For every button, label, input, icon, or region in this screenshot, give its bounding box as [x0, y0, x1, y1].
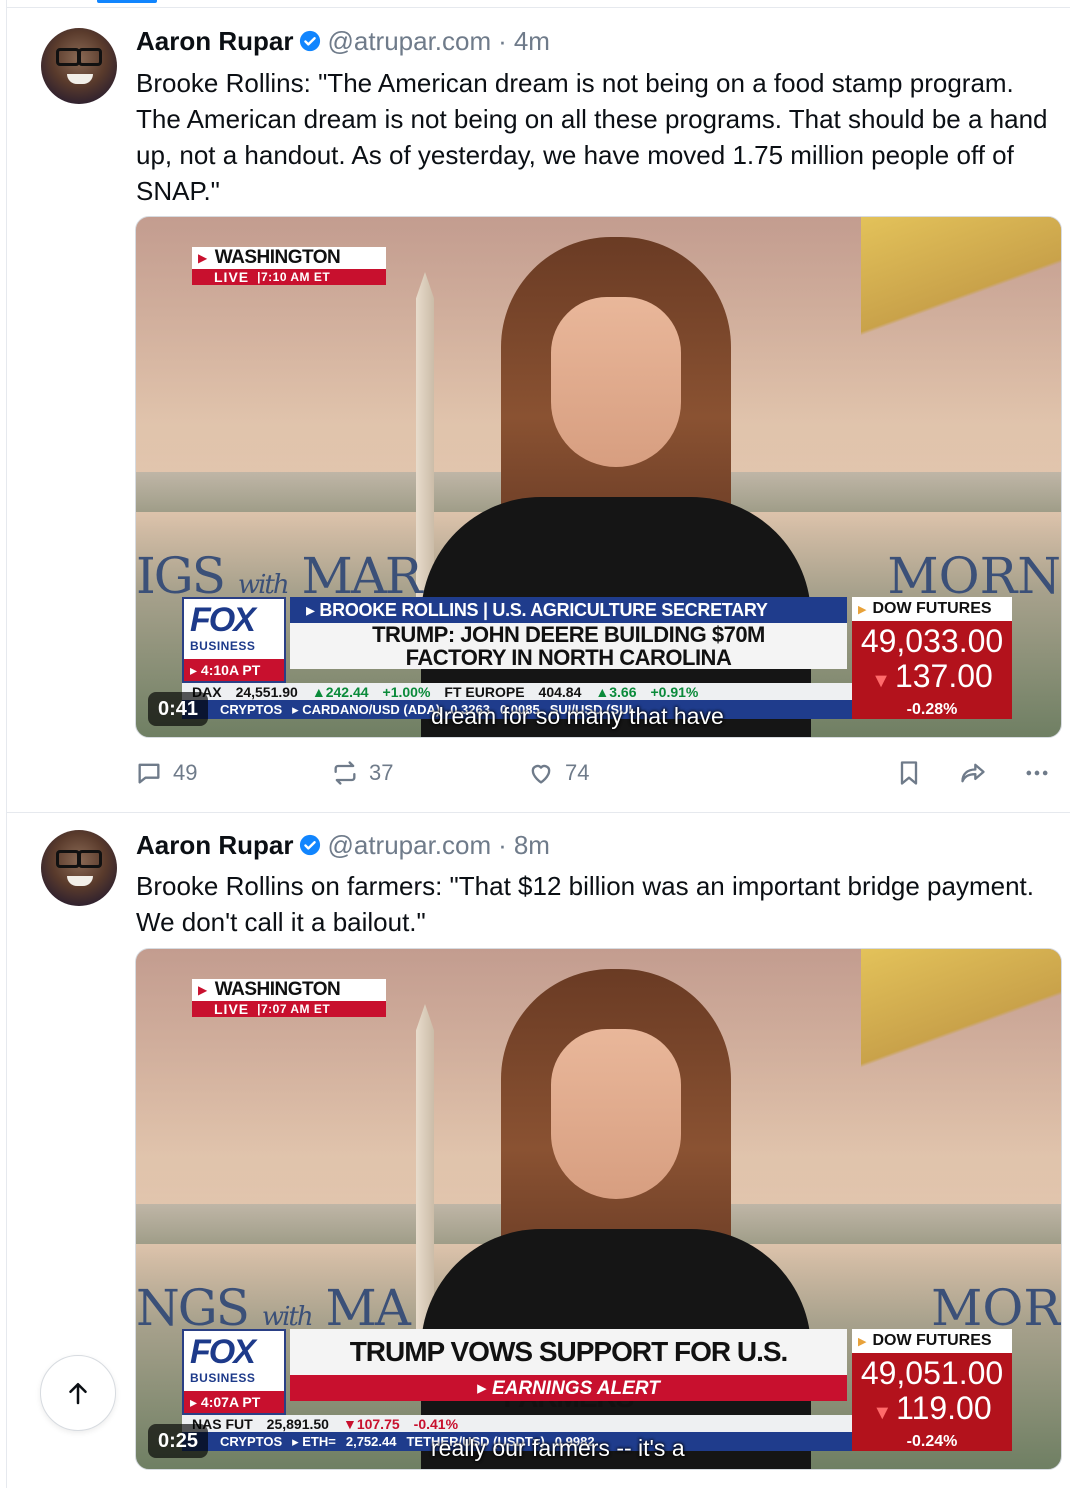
post-text: Brooke Rollins: "The American dream is n…: [136, 68, 1048, 206]
like-button[interactable]: 74: [527, 753, 589, 793]
bookmark-icon: [900, 761, 918, 785]
more-dots-icon: [1026, 770, 1048, 776]
post-header: Aaron Rupar @atrupar.com · 8m: [136, 827, 550, 863]
share-icon: [961, 763, 985, 783]
post[interactable]: Aaron Rupar @atrupar.com · 8m Brooke Rol…: [7, 814, 1070, 1488]
repost-count: 37: [369, 760, 394, 785]
like-count: 74: [565, 760, 590, 785]
avatar[interactable]: [41, 28, 117, 104]
separator-dot: ·: [498, 829, 507, 860]
reply-icon: [138, 763, 160, 784]
repost-icon: [334, 761, 356, 785]
fox-business-logo: FOX BUSINESS ▸ 4:07A PT: [182, 1329, 286, 1415]
chyron: FOX BUSINESS ▸ 4:07A PT TRUMP VOWS SUPPO…: [182, 1329, 847, 1415]
video-caption: really our farmers -- it's a: [431, 1435, 685, 1461]
separator-dot: ·: [498, 25, 507, 56]
feed: Aaron Rupar @atrupar.com · 4m Brooke Rol…: [6, 0, 1070, 1488]
chyron-alert: ▸ EARNINGS ALERT: [290, 1375, 847, 1401]
chyron-name-bar: ▸ BROOKE ROLLINS | U.S. AGRICULTURE SECR…: [290, 597, 847, 623]
dow-futures-box: ▶ DOW FUTURES 49,051.00 ▼ 119.00 -0.24%: [852, 1329, 1012, 1451]
video-timestamp: 0:41: [148, 692, 209, 726]
author-name[interactable]: Aaron Rupar: [136, 830, 293, 861]
location-bug: ▶ WASHINGTON LIVE | 7:07 AM ET: [192, 979, 386, 1017]
arrow-up-icon: [69, 1383, 87, 1405]
video-player[interactable]: NGS with MA MOR ▶ WASHINGTON LIVE | 7:07 A…: [135, 948, 1062, 1470]
bookmark-button[interactable]: [895, 753, 923, 793]
post-time[interactable]: 8m: [514, 830, 550, 861]
active-tab-indicator: [97, 0, 157, 3]
verified-badge-icon: [300, 834, 321, 856]
feed-top-strip: [7, 0, 1070, 8]
post-actions: 49 37 74: [135, 753, 1055, 793]
post-time[interactable]: 4m: [514, 26, 550, 57]
heart-icon: [531, 764, 551, 784]
chyron: FOX BUSINESS ▸ 4:10A PT ▸ BROOKE ROLLINS…: [182, 597, 847, 683]
author-handle[interactable]: @atrupar.com: [327, 830, 491, 861]
video-caption: dream for so many that have: [431, 703, 724, 729]
video-timestamp: 0:25: [148, 1424, 209, 1458]
chyron-headline: TRUMP VOWS SUPPORT FOR U.S. FARMERS: [290, 1329, 847, 1413]
verified-badge-icon: [300, 30, 321, 52]
fox-business-logo: FOX BUSINESS ▸ 4:10A PT: [182, 597, 286, 683]
dow-futures-box: ▶ DOW FUTURES 49,033.00 ▼ 137.00 -0.28%: [852, 597, 1012, 719]
chyron-headline: TRUMP: JOHN DEERE BUILDING $70M FACTORY …: [290, 623, 847, 669]
author-name[interactable]: Aaron Rupar: [136, 26, 293, 57]
repost-button[interactable]: 37: [331, 753, 393, 793]
post-text: Brooke Rollins on farmers: "That $12 bil…: [136, 871, 1035, 937]
post-header: Aaron Rupar @atrupar.com · 4m: [136, 23, 550, 59]
scroll-to-top-button[interactable]: [40, 1355, 116, 1431]
location-bug: ▶ WASHINGTON LIVE | 7:10 AM ET: [192, 247, 386, 285]
more-options-button[interactable]: [1023, 753, 1051, 793]
reply-count: 49: [173, 760, 198, 785]
avatar[interactable]: [41, 830, 117, 906]
reply-button[interactable]: 49: [135, 753, 197, 793]
video-player[interactable]: IGS with MAR MORN ▶ WASHINGTON LIVE | 7:10…: [135, 216, 1062, 738]
author-handle[interactable]: @atrupar.com: [327, 26, 491, 57]
share-button[interactable]: [959, 753, 987, 793]
post[interactable]: Aaron Rupar @atrupar.com · 4m Brooke Rol…: [7, 8, 1070, 813]
